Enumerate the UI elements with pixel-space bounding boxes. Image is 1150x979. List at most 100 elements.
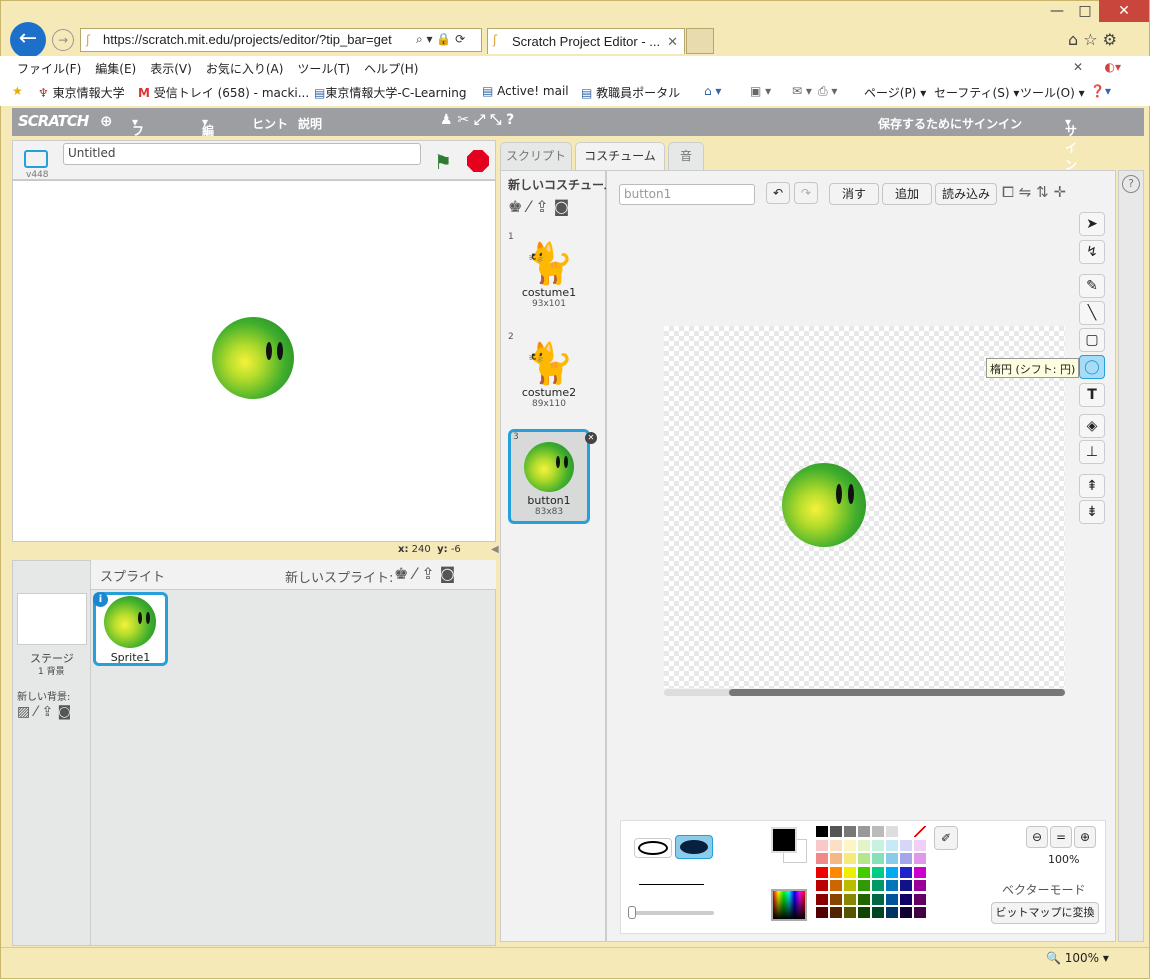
fav-item-gmail[interactable]: M 受信トレイ (658) - macki... [138, 84, 309, 101]
fav-item-tuis[interactable]: ♆ 東京情報大学 [38, 84, 125, 101]
forward-button[interactable]: → [52, 29, 74, 51]
color-swatch[interactable] [872, 880, 884, 891]
undo-button[interactable]: ↶ [766, 182, 790, 204]
color-swatch[interactable] [914, 826, 926, 837]
menu-view[interactable]: 表示(V) [143, 56, 199, 81]
color-swatch[interactable] [858, 893, 870, 905]
color-swatch[interactable] [900, 866, 912, 878]
send-backward-icon[interactable]: ⇟ [1079, 500, 1105, 524]
color-swatch[interactable] [914, 893, 926, 905]
color-swatch[interactable] [844, 839, 856, 851]
favorites-star-icon[interactable]: ★ [12, 84, 23, 98]
crop-flip-center-icons[interactable]: ⧠ ⇋ ⇅ ✛ [1002, 183, 1066, 201]
browser-zoom[interactable]: 🔍 100% ▾ [1046, 951, 1109, 965]
filled-ellipse-option[interactable] [675, 835, 713, 859]
delete-costume-icon[interactable]: ✕ [585, 432, 597, 444]
slider-handle[interactable] [628, 906, 636, 919]
canvas-ball[interactable] [782, 463, 866, 547]
primary-color[interactable] [771, 827, 797, 853]
bring-forward-icon[interactable]: ⇞ [1079, 474, 1105, 498]
color-swatch[interactable] [844, 866, 856, 878]
close-window-button[interactable]: ✕ [1099, 0, 1149, 22]
color-swatch[interactable] [886, 839, 898, 851]
browser-tab[interactable]: Scratch Project Editor - ... ✕ [487, 28, 685, 54]
minimize-button[interactable]: — [1042, 0, 1072, 22]
language-globe-icon[interactable]: ⊕ [100, 112, 113, 130]
menu-file[interactable]: ファイル(F) [10, 56, 88, 81]
zoom-reset-icon[interactable]: = [1050, 826, 1072, 848]
signin-menu[interactable]: サインイン ▾ [1065, 115, 1077, 206]
close-bar-icon[interactable]: ✕ [1066, 56, 1090, 78]
menu-favorites[interactable]: お気に入り(A) [199, 56, 291, 81]
color-swatch[interactable] [900, 893, 912, 905]
info-icon[interactable]: i [93, 592, 108, 607]
color-swatch[interactable] [900, 839, 912, 851]
menu-tools[interactable]: ツール(T) [290, 56, 357, 81]
color-swatch[interactable] [914, 839, 926, 851]
color-picker[interactable] [771, 889, 807, 921]
color-swatch[interactable] [830, 880, 842, 891]
tab-sounds[interactable]: 音 [668, 142, 704, 170]
zoom-out-icon[interactable]: ⊖ [1026, 826, 1048, 848]
color-swatch[interactable] [830, 839, 842, 851]
tab-costumes[interactable]: コスチューム [575, 142, 665, 170]
print-icon[interactable]: ⎙ ▾ [818, 84, 837, 99]
tab-scripts[interactable]: スクリプト [500, 142, 572, 170]
save-signin-link[interactable]: 保存するためにサインイン [878, 115, 1022, 132]
new-costume-icons[interactable]: ♚ ⁄ ⇪ ◙ [508, 197, 569, 216]
clear-button[interactable]: 消す [829, 183, 879, 205]
color-swatch[interactable] [816, 866, 828, 878]
color-swatch[interactable] [872, 839, 884, 851]
rectangle-tool-icon[interactable]: ▢ [1079, 328, 1105, 352]
tips-help-icon[interactable]: ? [1122, 175, 1140, 193]
redo-button[interactable]: ↷ [794, 182, 818, 204]
color-swatch[interactable] [844, 853, 856, 864]
fav-item-portal[interactable]: ▤ 教職員ポータル [581, 84, 680, 101]
scratch-logo[interactable]: SCRATCH [18, 112, 89, 130]
color-swatch[interactable] [886, 880, 898, 891]
translate-icon[interactable]: ◐▾ [1098, 56, 1129, 78]
project-title-input[interactable]: Untitled [63, 143, 421, 165]
green-flag-icon[interactable]: ⚑ [434, 150, 452, 174]
fav-item-clearning[interactable]: ▤東京情報大学-C-Learning [314, 84, 466, 101]
color-swatch[interactable] [844, 893, 856, 905]
home-command-icon[interactable]: ⌂ ▾ [704, 84, 721, 98]
line-tool-icon[interactable]: ╲ [1079, 301, 1105, 325]
scrollbar-thumb[interactable] [729, 689, 1065, 696]
safety-menu[interactable]: セーフティ(S) ▾ [934, 84, 1019, 101]
color-palette[interactable] [816, 826, 928, 922]
ellipse-tool-icon[interactable]: ◯ [1079, 355, 1105, 379]
reshape-tool-icon[interactable]: ↯ [1079, 240, 1105, 264]
color-swatch[interactable] [816, 839, 828, 851]
scratch-file-menu[interactable]: ファイル ▾ [132, 115, 144, 189]
color-swatch[interactable] [858, 866, 870, 878]
color-swatch[interactable] [830, 826, 842, 837]
select-tool-icon[interactable]: ➤ [1079, 212, 1105, 236]
add-button[interactable]: 追加 [882, 183, 932, 205]
close-tab-icon[interactable]: ✕ [667, 29, 678, 55]
color-swatch[interactable] [872, 853, 884, 864]
scratch-about[interactable]: 説明 [298, 115, 322, 132]
color-swatch[interactable] [914, 907, 926, 918]
color-swatch[interactable] [886, 853, 898, 864]
text-tool-icon[interactable]: T [1079, 383, 1105, 407]
color-swatch[interactable] [914, 853, 926, 864]
color-swatch[interactable] [914, 880, 926, 891]
outline-ellipse-option[interactable] [634, 838, 672, 858]
costume-name-input[interactable]: button1 [619, 184, 755, 205]
fullscreen-icon[interactable] [24, 150, 48, 168]
line-width-slider[interactable] [632, 911, 714, 915]
color-swatch[interactable] [900, 880, 912, 891]
color-swatch[interactable] [858, 826, 870, 837]
zoom-in-icon[interactable]: ⊕ [1074, 826, 1096, 848]
color-swatch[interactable] [816, 826, 828, 837]
costume-item[interactable]: 2 🐈 costume2 89x110 [508, 332, 590, 424]
convert-bitmap-button[interactable]: ビットマップに変換 [991, 902, 1099, 924]
fav-item-activemail[interactable]: ▤ Active! mail [482, 84, 569, 98]
new-sprite-icons[interactable]: ♚ ⁄ ⇪ ◙ [394, 564, 455, 583]
color-swatch[interactable] [872, 866, 884, 878]
feeds-icon[interactable]: ▣ ▾ [750, 84, 771, 98]
new-backdrop-icons[interactable]: ▨ ⁄ ⇪ ◙ [17, 704, 71, 720]
color-swatch[interactable] [858, 853, 870, 864]
back-button[interactable]: ← [10, 22, 46, 58]
